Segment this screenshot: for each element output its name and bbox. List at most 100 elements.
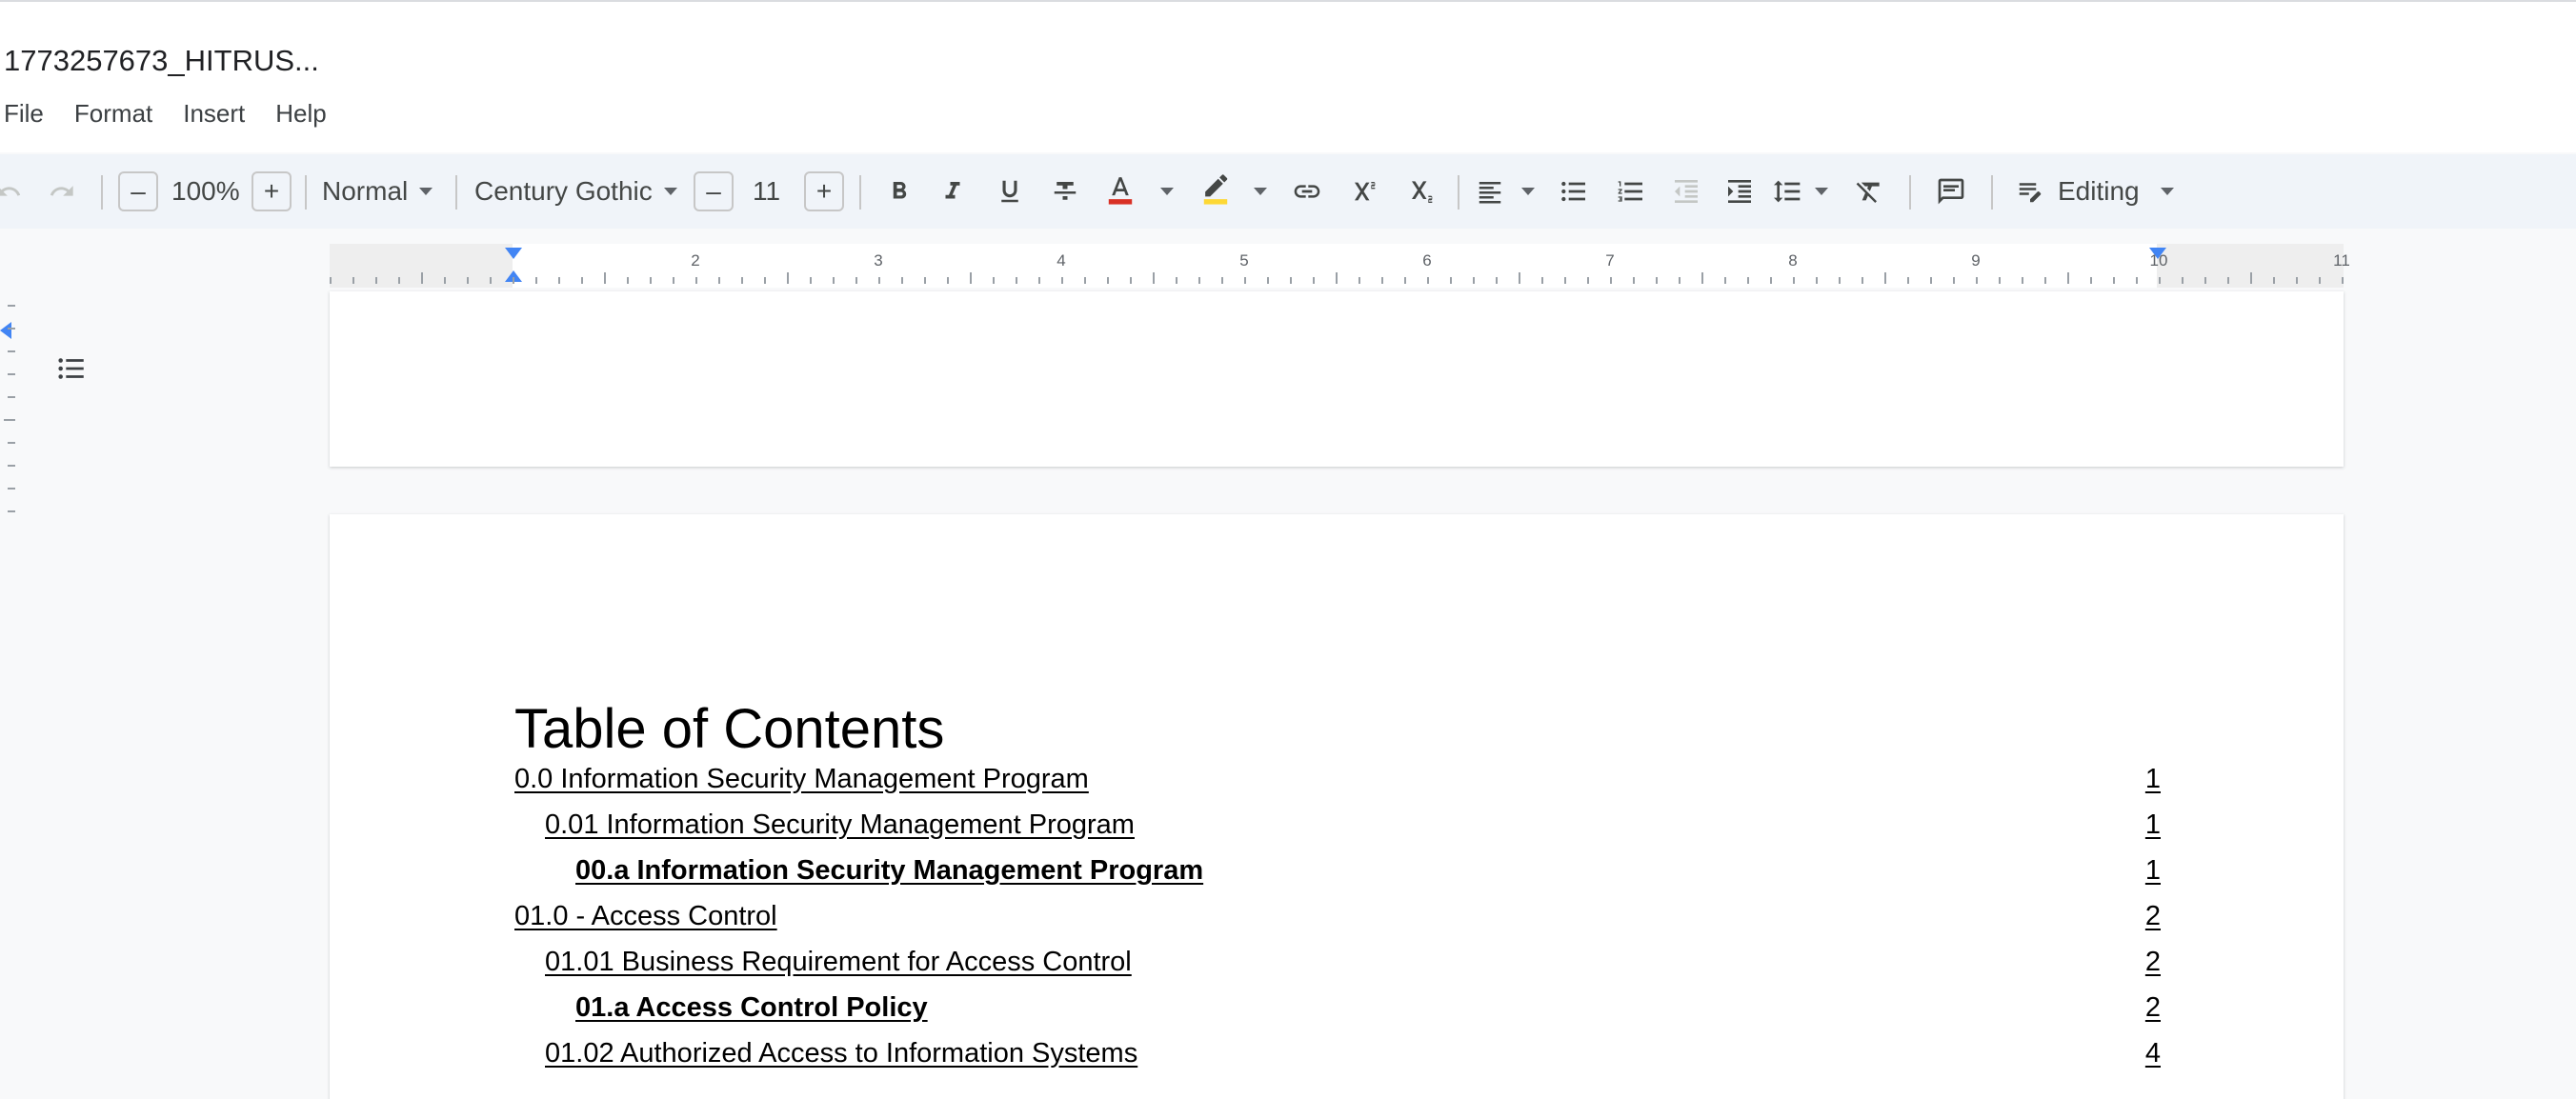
clear-formatting-icon[interactable] [1850, 154, 1888, 229]
zoom-plus-button[interactable]: + [252, 171, 292, 211]
font-family-select[interactable]: Century Gothic [474, 154, 677, 229]
ruler-tick [924, 277, 926, 284]
strikethrough-icon[interactable] [1048, 154, 1082, 229]
highlight-icon[interactable] [1197, 154, 1235, 229]
paragraph-style-select[interactable]: Normal [322, 154, 433, 229]
toc-entry-page[interactable]: 1 [2145, 764, 2161, 795]
toc-entry-page[interactable]: 1 [2145, 855, 2161, 887]
toc-entry-label[interactable]: 01.a Access Control Policy [575, 992, 928, 1024]
toc-entry[interactable]: 00.a Information Security Management Pro… [330, 855, 2344, 893]
underline-icon[interactable] [993, 154, 1027, 229]
ruler-tick [2090, 277, 2092, 284]
toc-entry-page[interactable]: 2 [2145, 992, 2161, 1024]
align-dropdown-icon[interactable] [1519, 154, 1538, 229]
ruler-number: 5 [1239, 251, 1249, 270]
ruler-tick [2022, 277, 2023, 284]
document-page[interactable]: Table of Contents 0.0 Information Securi… [330, 514, 2344, 1099]
ruler-tick [970, 272, 972, 284]
toc-entry[interactable]: 0.0 Information Security Management Prog… [330, 764, 2344, 802]
ruler-tick [535, 277, 537, 284]
toc-entry-label[interactable]: 01.0 - Access Control [514, 901, 777, 932]
ruler-number: 8 [1788, 251, 1798, 270]
toolbar-separator [455, 175, 457, 210]
toc-entry-label[interactable]: 01.01 Business Requirement for Access Co… [545, 947, 1132, 978]
toc-entry[interactable]: 01.01 Business Requirement for Access Co… [330, 947, 2344, 985]
comment-icon[interactable] [1932, 154, 1970, 229]
toc-entry[interactable]: 0.01 Information Security Management Pro… [330, 809, 2344, 848]
text-color-icon[interactable] [1101, 154, 1139, 229]
document-title[interactable]: 1773257673_HITRUS... [4, 44, 319, 78]
menu-help[interactable]: Help [275, 97, 326, 130]
toc-entry-page[interactable]: 2 [2145, 947, 2161, 978]
ruler-tick [1610, 277, 1612, 284]
undo-icon[interactable] [0, 154, 23, 229]
toolbar-separator [101, 175, 103, 210]
ruler-tick [2044, 277, 2046, 284]
line-spacing-dropdown-icon[interactable] [1812, 154, 1831, 229]
toc-entry-page[interactable]: 2 [2145, 901, 2161, 932]
toolbar-separator [859, 175, 861, 210]
italic-icon[interactable] [936, 154, 970, 229]
menu-format[interactable]: Format [74, 97, 152, 130]
ruler-tick [8, 350, 15, 352]
highlight-dropdown-icon[interactable] [1250, 154, 1271, 229]
horizontal-ruler[interactable]: 1234567891011 [330, 244, 2350, 288]
toc-entry[interactable]: 01.0 - Access Control 2 [330, 901, 2344, 939]
ruler-tick [787, 272, 789, 284]
bulleted-list-icon[interactable] [1555, 154, 1593, 229]
ruler-tick [1176, 277, 1177, 284]
ruler-tick [650, 277, 652, 284]
ruler-tick [558, 277, 560, 284]
decrease-indent-icon[interactable] [1667, 154, 1705, 229]
ruler-tick [1747, 277, 1749, 284]
toc-entry-label[interactable]: 0.01 Information Security Management Pro… [545, 809, 1135, 841]
toc-entry-label[interactable]: 00.a Information Security Management Pro… [575, 855, 1203, 887]
toc-entry-page[interactable]: 1 [2145, 809, 2161, 841]
ruler-tick [1679, 277, 1680, 284]
ruler-tick [1701, 272, 1703, 284]
link-icon[interactable] [1288, 154, 1326, 229]
font-size-plus-button[interactable]: + [804, 171, 844, 211]
ruler-tick [1381, 277, 1383, 284]
ruler-tick [1656, 277, 1658, 284]
align-left-icon[interactable] [1473, 154, 1507, 229]
line-spacing-icon[interactable] [1768, 154, 1806, 229]
ruler-tick [1153, 272, 1155, 284]
ruler-tick [398, 277, 400, 284]
vertical-ruler-marker[interactable] [0, 322, 11, 339]
ruler-tick [627, 277, 629, 284]
document-outline-icon[interactable] [55, 352, 88, 385]
ruler-tick [1016, 277, 1017, 284]
ruler-tick [673, 277, 674, 284]
zoom-minus-button[interactable]: – [118, 171, 158, 211]
toc-entry-label[interactable]: 0.0 Information Security Management Prog… [514, 764, 1089, 795]
bold-icon[interactable] [882, 154, 916, 229]
editing-mode-select[interactable]: Editing [2016, 154, 2174, 229]
ruler-tick [8, 488, 15, 490]
redo-icon[interactable] [46, 154, 78, 229]
superscript-icon[interactable] [1347, 154, 1385, 229]
ruler-tick [1816, 277, 1818, 284]
increase-indent-icon[interactable] [1721, 154, 1759, 229]
text-color-dropdown-icon[interactable] [1157, 154, 1177, 229]
toc-entry[interactable]: 01.a Access Control Policy 2 [330, 992, 2344, 1030]
zoom-level[interactable]: 100% [171, 154, 240, 229]
toc-entry[interactable]: 01.02 Authorized Access to Information S… [330, 1038, 2344, 1076]
ruler-tick [1358, 277, 1360, 284]
chevron-down-icon [663, 188, 677, 195]
ruler-tick [1770, 277, 1772, 284]
toc-entry-label[interactable]: 01.02 Authorized Access to Information S… [545, 1038, 1137, 1069]
ruler-tick [8, 442, 15, 444]
font-size-minus-button[interactable]: – [694, 171, 734, 211]
ruler-tick [1839, 277, 1841, 284]
subscript-icon[interactable] [1404, 154, 1442, 229]
ruler-number: 9 [1971, 251, 1981, 270]
toc-entry-page[interactable]: 4 [2145, 1038, 2161, 1069]
menu-insert[interactable]: Insert [183, 97, 245, 130]
vertical-ruler[interactable] [0, 286, 19, 533]
font-size-value[interactable]: 11 [753, 154, 780, 229]
numbered-list-icon[interactable] [1612, 154, 1650, 229]
ruler-tick [330, 277, 332, 284]
document-page[interactable] [330, 291, 2344, 467]
menu-file[interactable]: File [4, 97, 44, 130]
